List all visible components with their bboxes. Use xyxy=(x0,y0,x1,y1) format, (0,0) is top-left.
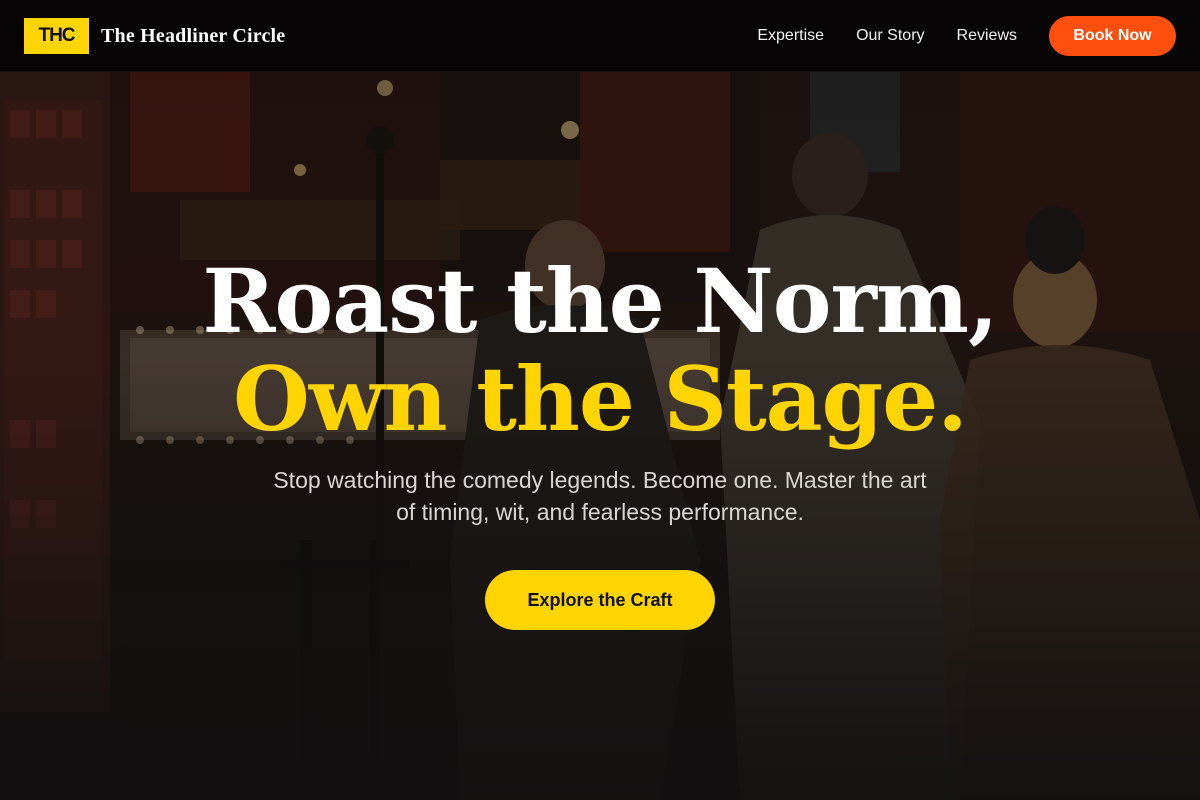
brand-name[interactable]: The Headliner Circle xyxy=(101,25,285,48)
hero-subtitle: Stop watching the comedy legends. Become… xyxy=(273,467,927,525)
book-now-button[interactable]: Book Now xyxy=(1049,16,1176,56)
hero-headline-line-1: Roast the Norm, xyxy=(202,249,998,353)
main-nav: Expertise Our Story Reviews Book Now xyxy=(757,16,1176,56)
hero-headline-line-2: Own the Stage. xyxy=(233,347,968,451)
nav-link-reviews[interactable]: Reviews xyxy=(957,27,1017,45)
brand-logo[interactable]: THC xyxy=(24,18,89,54)
nav-link-our-story[interactable]: Our Story xyxy=(856,27,924,45)
brand[interactable]: THC The Headliner Circle xyxy=(24,18,285,54)
site-header: THC The Headliner Circle Expertise Our S… xyxy=(0,0,1200,72)
explore-craft-button[interactable]: Explore the Craft xyxy=(485,570,715,630)
hero-section: Roast the Norm, Own the Stage. Stop watc… xyxy=(0,72,1200,800)
nav-link-expertise[interactable]: Expertise xyxy=(757,27,824,45)
